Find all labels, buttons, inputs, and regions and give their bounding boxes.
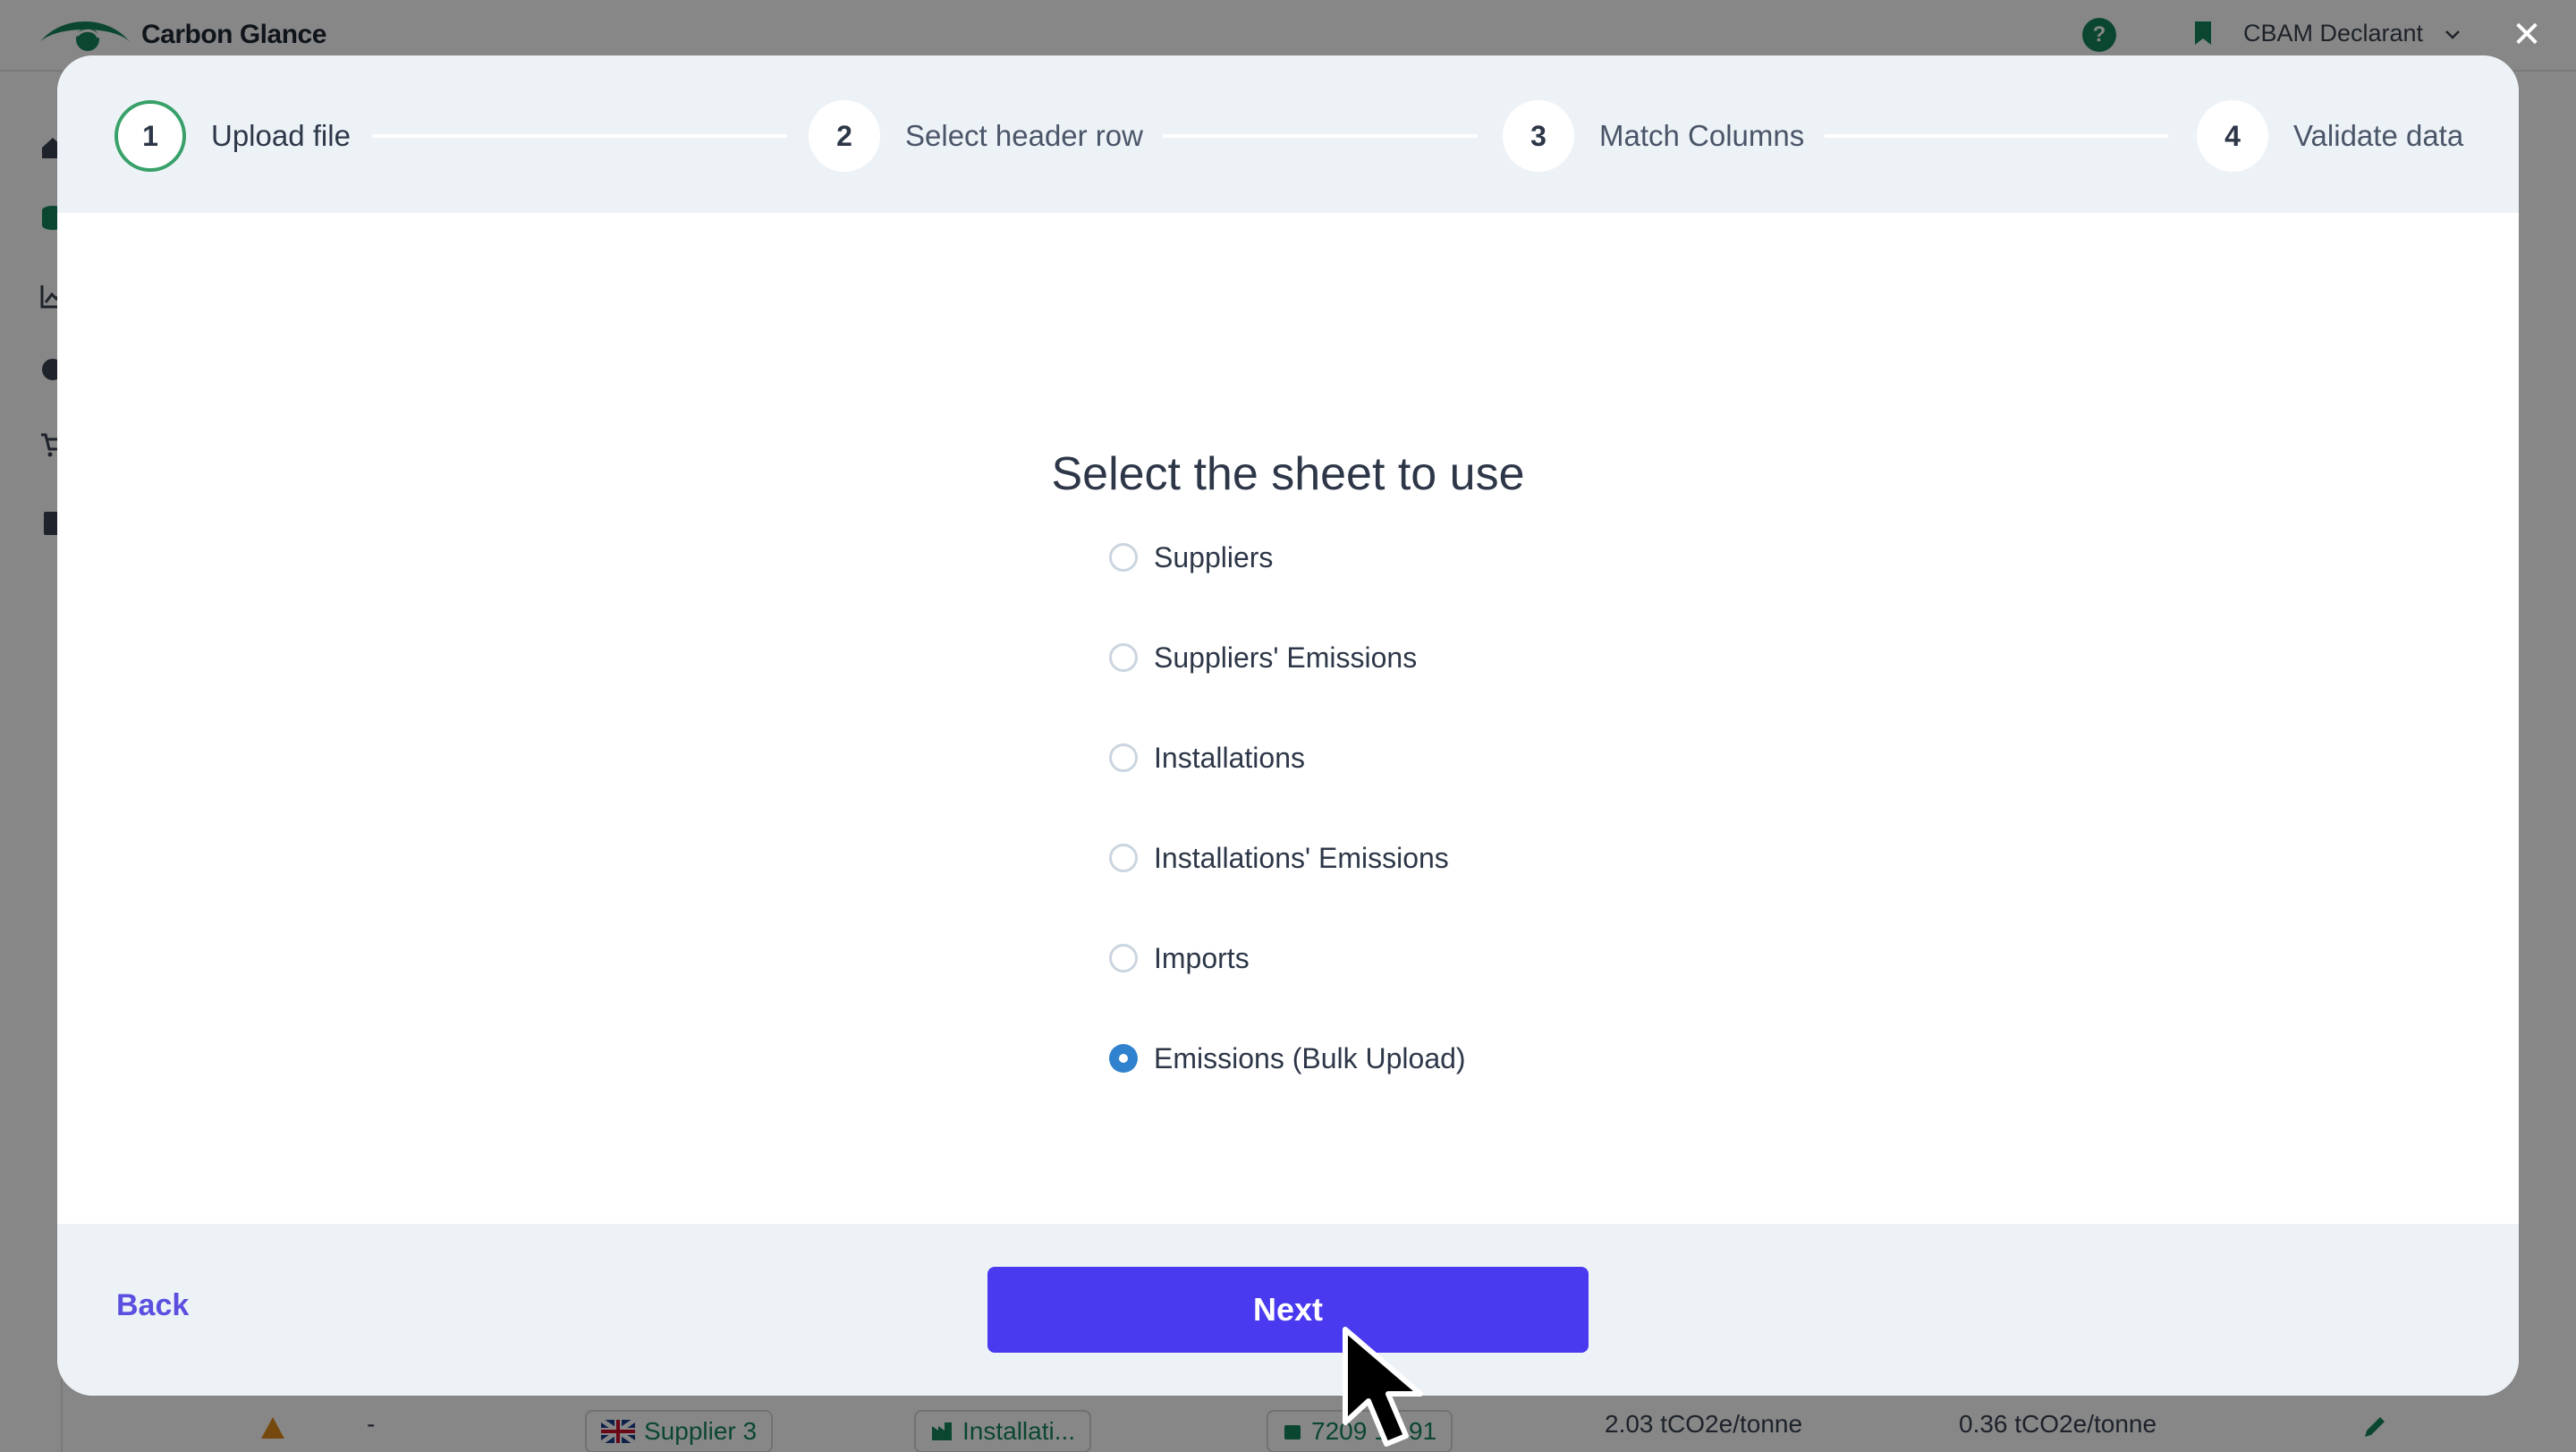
step-connector — [1163, 134, 1478, 138]
radio-button[interactable] — [1109, 543, 1138, 572]
step-number: 4 — [2197, 100, 2268, 172]
sheet-option-label[interactable]: Installations — [1154, 742, 1305, 775]
sheet-option-label[interactable]: Emissions (Bulk Upload) — [1154, 1042, 1466, 1075]
wizard-stepper: 1 Upload file 2 Select header row 3 Matc… — [57, 55, 2519, 213]
sheet-option-suppliers[interactable]: Suppliers — [1109, 507, 1466, 607]
back-button[interactable]: Back — [116, 1288, 189, 1323]
radio-button[interactable] — [1109, 844, 1138, 872]
screen: Carbon Glance ? CBAM Declarant - Supplie… — [0, 0, 2576, 1452]
sheet-option-label[interactable]: Installations' Emissions — [1154, 842, 1449, 875]
step-label: Upload file — [211, 119, 351, 152]
sheet-option-label[interactable]: Suppliers — [1154, 541, 1273, 574]
radio-button[interactable] — [1109, 643, 1138, 672]
sheet-select-title: Select the sheet to use — [1051, 448, 1525, 500]
radio-button[interactable] — [1109, 743, 1138, 772]
step-match-columns: 3 Match Columns — [1503, 100, 1804, 172]
radio-button-selected[interactable] — [1109, 1044, 1138, 1073]
sheet-option-label[interactable]: Imports — [1154, 942, 1250, 975]
sheet-option-emissions-bulk-upload[interactable]: Emissions (Bulk Upload) — [1109, 1008, 1466, 1108]
next-button[interactable]: Next — [987, 1267, 1589, 1353]
step-upload-file: 1 Upload file — [114, 100, 351, 172]
close-icon[interactable]: ✕ — [2512, 17, 2542, 53]
mouse-cursor-icon — [1343, 1327, 1423, 1447]
step-number: 1 — [114, 100, 186, 172]
radio-button[interactable] — [1109, 944, 1138, 972]
step-label: Match Columns — [1599, 119, 1805, 152]
sheet-radio-group: Suppliers Suppliers' Emissions Installat… — [1109, 507, 1466, 1108]
sheet-option-suppliers-emissions[interactable]: Suppliers' Emissions — [1109, 607, 1466, 708]
step-number: 3 — [1503, 100, 1574, 172]
import-wizard-modal: 1 Upload file 2 Select header row 3 Matc… — [57, 55, 2519, 1396]
step-connector — [1825, 134, 2168, 138]
step-validate-data: 4 Validate data — [2197, 100, 2463, 172]
step-connector — [372, 134, 787, 138]
sheet-option-imports[interactable]: Imports — [1109, 908, 1466, 1008]
step-label: Validate data — [2293, 119, 2464, 152]
wizard-footer: Back Next — [57, 1224, 2519, 1396]
step-label: Select header row — [905, 119, 1143, 152]
sheet-option-installations-emissions[interactable]: Installations' Emissions — [1109, 808, 1466, 908]
step-select-header-row: 2 Select header row — [809, 100, 1143, 172]
sheet-option-label[interactable]: Suppliers' Emissions — [1154, 641, 1417, 675]
step-number: 2 — [809, 100, 880, 172]
sheet-option-installations[interactable]: Installations — [1109, 708, 1466, 808]
